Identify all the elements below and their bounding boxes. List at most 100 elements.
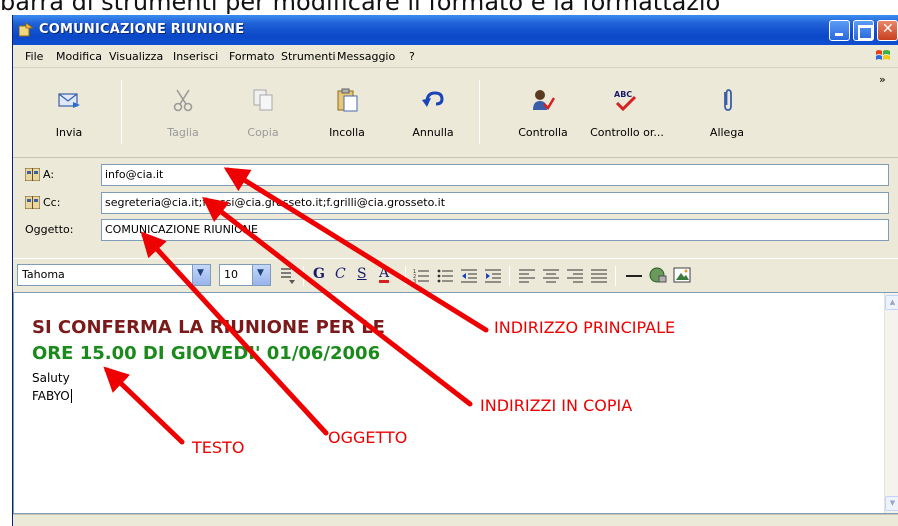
title-bar[interactable]: COMUNICAZIONE RIUNIONE: [13, 15, 898, 45]
annotation-body-label: TESTO: [192, 438, 245, 457]
bold-button[interactable]: G: [313, 266, 325, 282]
size-select-value: 10: [224, 268, 238, 281]
copy-label: Copia: [247, 126, 279, 139]
increase-indent-icon[interactable]: [485, 268, 501, 283]
subject-label: Oggetto:: [25, 223, 74, 236]
size-select[interactable]: 10: [219, 264, 271, 286]
annotation-to-label: INDIRIZZO PRINCIPALE: [494, 318, 676, 337]
message-line-2: ORE 15.00 DI GIOVEDI' 01/06/2006: [32, 343, 381, 364]
undo-button[interactable]: Annulla: [395, 76, 471, 150]
align-right-icon[interactable]: [567, 268, 583, 283]
toolbar-separator: [479, 80, 480, 144]
menu-strumenti[interactable]: Strumenti: [281, 50, 336, 63]
scissors-icon: [173, 89, 193, 112]
formatting-toolbar: Tahoma 10 G C S A 1 2 3: [13, 258, 898, 290]
paste-button[interactable]: Incolla: [309, 76, 385, 150]
chevron-down-icon[interactable]: [252, 265, 270, 285]
toolbar-overflow-chevron[interactable]: »: [879, 73, 886, 86]
insert-image-icon[interactable]: [673, 267, 691, 283]
font-color-button[interactable]: A: [379, 266, 390, 283]
menu-help[interactable]: ?: [409, 50, 415, 63]
annotation-cc-label: INDIRIZZI IN COPIA: [480, 396, 633, 415]
toolbar-separator: [405, 266, 406, 286]
check-names-label: Controlla: [518, 126, 568, 139]
maximize-button[interactable]: [853, 20, 874, 41]
font-select-value: Tahoma: [22, 268, 65, 281]
paste-icon: [337, 88, 358, 112]
mail-compose-icon: [19, 23, 33, 37]
main-toolbar: Invia Taglia Copia Incolla Annulla Contr…: [13, 70, 898, 158]
message-line-1: SI CONFERMA LA RIUNIONE PER LE: [32, 317, 385, 338]
message-line-4: FABYO: [32, 389, 76, 403]
address-book-icon[interactable]: [25, 168, 40, 181]
window-title: COMUNICAZIONE RIUNIONE: [39, 22, 245, 37]
send-label: Invia: [55, 126, 83, 139]
chevron-down-icon[interactable]: [192, 265, 210, 285]
font-select[interactable]: Tahoma: [17, 264, 211, 286]
copy-icon: [253, 89, 273, 111]
cc-input[interactable]: segreteria@cia.it;f.rossi@cia.grosseto.i…: [101, 192, 889, 214]
cut-label: Taglia: [167, 126, 199, 139]
vertical-scrollbar[interactable]: ▲ ▼: [884, 293, 898, 513]
menu-formato[interactable]: Formato: [229, 50, 275, 63]
hyperlink-icon[interactable]: [649, 267, 667, 283]
message-line-4-text: FABYO: [32, 389, 70, 403]
scroll-down-arrow-icon[interactable]: ▼: [885, 496, 898, 511]
annotation-subject-label: OGGETTO: [328, 428, 408, 447]
send-icon: [58, 93, 80, 108]
menu-visualizza[interactable]: Visualizza: [109, 50, 163, 63]
numbered-list-icon[interactable]: 1 2 3: [413, 268, 429, 283]
justify-icon[interactable]: [591, 268, 607, 283]
to-row: A: info@cia.it: [13, 163, 898, 187]
spellcheck-icon: ABC: [614, 90, 637, 112]
menu-modifica[interactable]: Modifica: [56, 50, 102, 63]
paperclip-icon: [724, 89, 732, 111]
align-left-icon[interactable]: [519, 268, 535, 283]
menu-inserisci[interactable]: Inserisci: [173, 50, 218, 63]
paragraph-style-icon[interactable]: [279, 266, 295, 284]
svg-text:ABC: ABC: [614, 90, 632, 99]
windows-logo-icon: [876, 50, 890, 60]
attach-button[interactable]: Allega: [689, 76, 765, 150]
cc-row: Cc: segreteria@cia.it;f.rossi@cia.grosse…: [13, 191, 898, 215]
undo-icon: [422, 91, 444, 107]
align-center-icon[interactable]: [543, 268, 559, 283]
cc-label: Cc:: [43, 196, 61, 209]
to-input[interactable]: info@cia.it: [101, 164, 889, 186]
caption-text: barra di strumenti per modificare il for…: [0, 0, 721, 14]
paste-label: Incolla: [329, 126, 365, 139]
cut-button[interactable]: Taglia: [145, 76, 221, 150]
spellcheck-label: Controllo or...: [590, 126, 664, 139]
bullet-list-icon[interactable]: [437, 268, 453, 283]
undo-label: Annulla: [412, 126, 454, 139]
menu-bar: File Modifica Visualizza Inserisci Forma…: [13, 46, 898, 68]
menu-file[interactable]: File: [25, 50, 43, 63]
close-button[interactable]: [877, 20, 898, 41]
check-names-button[interactable]: Controlla: [505, 76, 581, 150]
subject-row: Oggetto: COMUNICAZIONE RIUNIONE: [13, 218, 898, 242]
spellcheck-button[interactable]: ABC Controllo or...: [579, 76, 675, 150]
send-button[interactable]: Invia: [31, 76, 107, 150]
subject-input[interactable]: COMUNICAZIONE RIUNIONE: [101, 219, 889, 241]
decrease-indent-icon[interactable]: [461, 268, 477, 283]
message-body[interactable]: SI CONFERMA LA RIUNIONE PER LE ORE 15.00…: [13, 292, 898, 514]
scroll-up-arrow-icon[interactable]: ▲: [885, 295, 898, 310]
menu-messaggio[interactable]: Messaggio: [337, 50, 395, 63]
compose-window: COMUNICAZIONE RIUNIONE File Modifica Vis…: [12, 15, 898, 526]
status-bar: [13, 514, 898, 526]
toolbar-separator: [615, 266, 616, 286]
toolbar-separator: [121, 80, 122, 144]
attach-label: Allega: [709, 126, 745, 139]
address-book-icon[interactable]: [25, 196, 40, 209]
copy-button[interactable]: Copia: [225, 76, 301, 150]
italic-button[interactable]: C: [335, 266, 346, 282]
toolbar-separator: [303, 266, 304, 286]
toolbar-separator: [509, 266, 510, 286]
svg-text:3: 3: [413, 279, 416, 283]
minimize-button[interactable]: [829, 20, 850, 41]
message-line-3: Saluty: [32, 371, 70, 385]
to-label: A:: [43, 168, 55, 181]
horizontal-line-icon[interactable]: [625, 268, 643, 283]
text-cursor: [70, 389, 76, 403]
underline-button[interactable]: S: [357, 266, 367, 282]
